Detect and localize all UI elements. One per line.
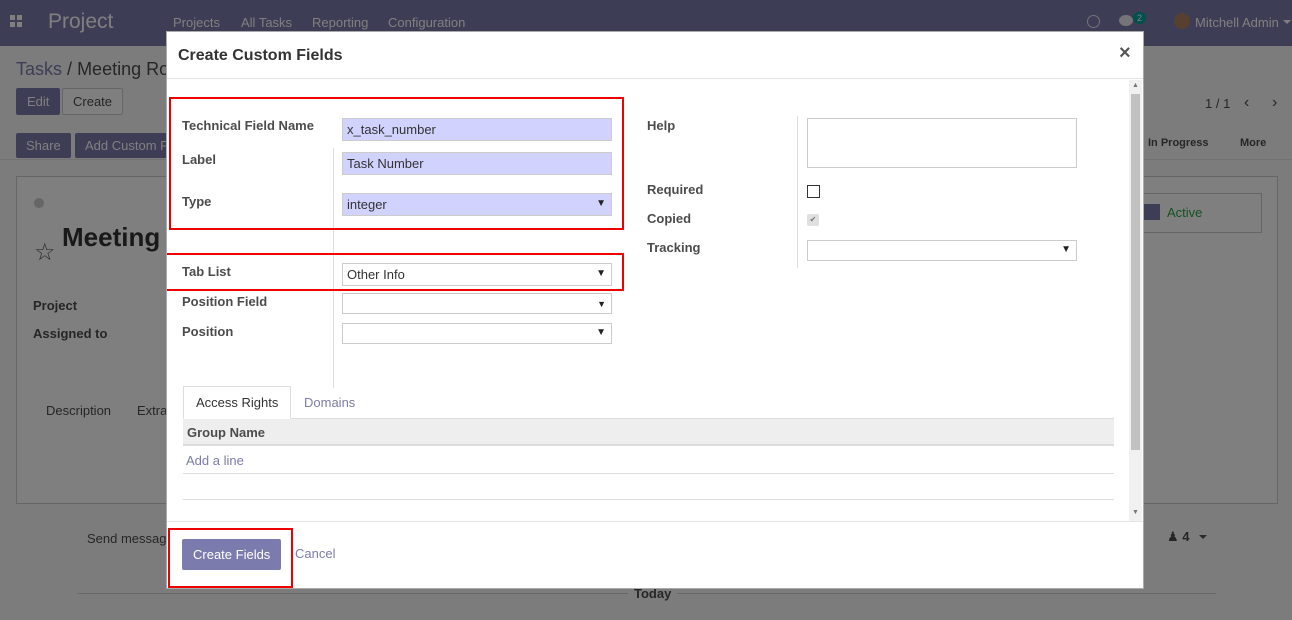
tracking-select[interactable]: ▼ [807,240,1077,261]
help-label: Help [647,118,676,133]
table-header [183,419,1114,446]
highlight-box-main-fields [169,97,624,230]
add-a-line-link[interactable]: Add a line [186,453,244,468]
table-row-divider [183,473,1114,474]
tracking-label: Tracking [647,240,701,255]
scroll-up-icon[interactable]: ▲ [1132,82,1139,89]
position-field-select[interactable]: ▼ [342,293,612,314]
cancel-button[interactable]: Cancel [295,546,335,561]
help-textarea[interactable] [807,118,1077,168]
chevron-down-icon: ▼ [597,299,606,309]
group-name-column[interactable]: Group Name [187,425,265,440]
chevron-down-icon: ▼ [1061,244,1071,255]
highlight-box-create [168,528,293,588]
position-select[interactable]: ▼ [342,323,612,344]
position-field-label: Position Field [182,294,268,309]
copied-checkbox[interactable]: ✔ [807,214,819,226]
copied-label: Copied [647,211,692,226]
table-row-divider [183,499,1114,500]
required-label: Required [647,182,704,197]
modal-footer: Create Fields Cancel [167,521,1143,589]
required-checkbox[interactable] [807,185,820,198]
create-custom-fields-dialog: Create Custom Fields × Technical Field N… [166,31,1144,589]
modal-scrollbar[interactable]: ▲ ▼ [1129,80,1142,521]
modal-body: Technical Field Name x_task_number Label… [167,80,1143,521]
modal-header: Create Custom Fields × [167,32,1143,79]
highlight-box-tab-list [167,253,624,291]
position-label: Position [182,324,234,339]
chevron-down-icon: ▼ [596,327,606,338]
scroll-down-icon[interactable]: ▼ [1132,509,1139,516]
right-group-divider [797,116,798,268]
modal-title: Create Custom Fields [178,47,343,64]
tab-domains[interactable]: Domains [304,395,355,410]
tab-access-rights-label: Access Rights [196,395,279,410]
scroll-thumb[interactable] [1131,94,1140,450]
close-icon[interactable]: × [1119,42,1131,65]
